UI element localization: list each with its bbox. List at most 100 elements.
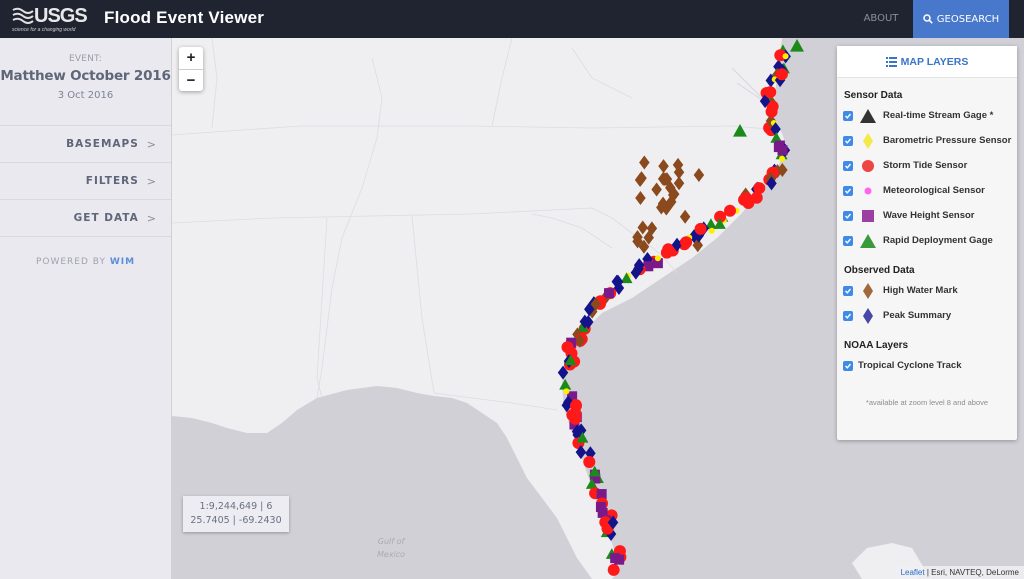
powered-by-text: POWERED BY xyxy=(35,257,106,267)
app-title: Flood Event Viewer xyxy=(104,8,265,27)
event-info: EVENT: Matthew October 2016 3 Oct 2016 xyxy=(0,38,171,126)
logo-text: USGS xyxy=(34,5,88,27)
storm-tide-marker[interactable] xyxy=(750,191,763,204)
layer-barometric-pressure-sensor: Barometric Pressure Sensor xyxy=(837,128,1017,153)
layer-wave-height-sensor: Wave Height Sensor xyxy=(837,203,1017,228)
storm-tide-marker[interactable] xyxy=(764,86,777,99)
group-title-noaa-layers: NOAA Layers xyxy=(844,340,909,351)
rapid-deployment-marker[interactable] xyxy=(790,39,804,52)
barometric-marker[interactable] xyxy=(779,155,786,162)
layer-checkbox[interactable] xyxy=(843,310,853,321)
attribution-text: | Esri, NAVTEQ, DeLorme xyxy=(924,568,1019,577)
storm-tide-marker[interactable] xyxy=(775,68,788,81)
barometric-marker[interactable] xyxy=(563,388,570,395)
map-layers-header[interactable]: MAP LAYERS xyxy=(837,46,1017,78)
layer-label: Storm Tide Sensor xyxy=(883,160,968,171)
event-date: 3 Oct 2016 xyxy=(57,90,114,101)
wave-height-marker[interactable] xyxy=(596,489,607,500)
layer-real-time-stream-gage: Real-time Stream Gage * xyxy=(837,103,1017,128)
wave-height-marker[interactable] xyxy=(604,288,615,299)
water-label-line: Mexico xyxy=(377,550,406,559)
event-label: EVENT: xyxy=(68,54,102,64)
storm-tide-marker[interactable] xyxy=(566,408,579,421)
search-icon xyxy=(923,14,933,24)
sidebar: EVENT: Matthew October 2016 3 Oct 2016 B… xyxy=(0,38,172,579)
app-header: USGS science for a changing world Flood … xyxy=(0,0,1024,38)
storm-tide-marker[interactable] xyxy=(660,246,673,259)
yellow-diamond-icon xyxy=(863,132,873,149)
green-triangle-icon xyxy=(860,233,876,248)
leaflet-link[interactable]: Leaflet xyxy=(901,568,925,577)
pink-dot-icon xyxy=(864,187,872,194)
storm-tide-marker[interactable] xyxy=(765,105,778,118)
blue-diamond-icon xyxy=(863,307,873,324)
geosearch-label: GEOSEARCH xyxy=(936,13,1000,25)
layer-checkbox[interactable] xyxy=(843,110,853,121)
zoom-in-button[interactable]: + xyxy=(179,47,203,69)
purple-square-icon xyxy=(862,209,874,222)
layer-label: Wave Height Sensor xyxy=(883,210,975,221)
event-name[interactable]: Matthew October 2016 xyxy=(0,68,171,84)
zoom-level-note: *available at zoom level 8 and above xyxy=(865,398,989,407)
map-layers-title: MAP LAYERS xyxy=(900,55,969,68)
sidebar-item-filters[interactable]: FILTERS > xyxy=(0,163,171,200)
water-label-line: Gulf of xyxy=(377,537,405,546)
wave-height-marker[interactable] xyxy=(777,145,788,156)
sidebar-item-label: BASEMAPS xyxy=(66,138,139,150)
layer-checkbox[interactable] xyxy=(843,360,853,371)
group-title-sensor-data: Sensor Data xyxy=(844,90,903,101)
storm-tide-marker[interactable] xyxy=(738,193,751,206)
black-triangle-icon xyxy=(860,108,876,123)
barometric-marker[interactable] xyxy=(782,53,789,60)
water-label: Gulf of Mexico xyxy=(377,535,405,561)
layer-checkbox[interactable] xyxy=(843,160,853,171)
layer-checkbox[interactable] xyxy=(843,135,853,146)
layer-label: Peak Summary xyxy=(883,310,952,321)
storm-tide-marker[interactable] xyxy=(724,204,737,217)
layer-checkbox[interactable] xyxy=(843,210,853,221)
usgs-logo[interactable]: USGS science for a changing world xyxy=(12,4,88,34)
brown-diamond-icon xyxy=(863,282,873,299)
wave-height-marker[interactable] xyxy=(614,554,625,565)
map-layers-panel: MAP LAYERS Sensor Data Real-time Stream … xyxy=(837,46,1017,440)
sidebar-item-label: GET DATA xyxy=(73,212,139,224)
layer-label: Real-time Stream Gage * xyxy=(883,110,994,121)
storm-tide-marker[interactable] xyxy=(583,455,596,468)
layer-peak-summary: Peak Summary xyxy=(837,303,1017,328)
layer-checkbox[interactable] xyxy=(843,185,853,196)
zoom-out-button[interactable]: − xyxy=(179,69,203,91)
layer-rapid-deployment-gage: Rapid Deployment Gage xyxy=(837,228,1017,253)
layer-high-water-mark: High Water Mark xyxy=(837,278,1017,303)
chevron-right-icon: > xyxy=(146,137,157,151)
storm-tide-marker[interactable] xyxy=(694,222,707,235)
powered-by: POWERED BY WIM xyxy=(0,257,171,267)
zoom-control: + − xyxy=(179,47,203,91)
storm-tide-marker[interactable] xyxy=(680,236,693,249)
layer-label: Rapid Deployment Gage xyxy=(883,235,993,246)
map-attribution: Leaflet | Esri, NAVTEQ, DeLorme xyxy=(895,566,1024,579)
barometric-marker[interactable] xyxy=(708,227,715,234)
storm-tide-marker[interactable] xyxy=(607,563,620,576)
barometric-marker[interactable] xyxy=(654,255,661,262)
layer-checkbox[interactable] xyxy=(843,285,853,296)
wave-height-marker[interactable] xyxy=(595,502,606,513)
group-title-observed-data: Observed Data xyxy=(844,265,915,276)
layer-meteorological-sensor: Meteorological Sensor xyxy=(837,178,1017,203)
layer-storm-tide-sensor: Storm Tide Sensor xyxy=(837,153,1017,178)
logo-tagline: science for a changing world xyxy=(12,27,76,33)
coordinates-readout: 25.7405 | -69.2430 xyxy=(190,515,282,526)
sidebar-item-basemaps[interactable]: BASEMAPS > xyxy=(0,126,171,163)
layer-label: Barometric Pressure Sensor xyxy=(883,135,1012,146)
layer-label: High Water Mark xyxy=(883,285,958,296)
sidebar-item-label: FILTERS xyxy=(85,175,139,187)
storm-tide-marker[interactable] xyxy=(561,341,574,354)
list-icon xyxy=(885,56,897,67)
scale-coordinates-readout: 1:9,244,649 | 6 25.7405 | -69.2430 xyxy=(183,496,289,532)
nav-geosearch-button[interactable]: GEOSEARCH xyxy=(913,0,1009,38)
chevron-right-icon: > xyxy=(146,174,157,188)
layer-checkbox[interactable] xyxy=(843,235,853,246)
sidebar-item-get-data[interactable]: GET DATA > xyxy=(0,200,171,237)
wim-link[interactable]: WIM xyxy=(110,257,135,267)
usgs-wave-icon xyxy=(12,7,34,24)
nav-about[interactable]: ABOUT xyxy=(850,0,912,38)
